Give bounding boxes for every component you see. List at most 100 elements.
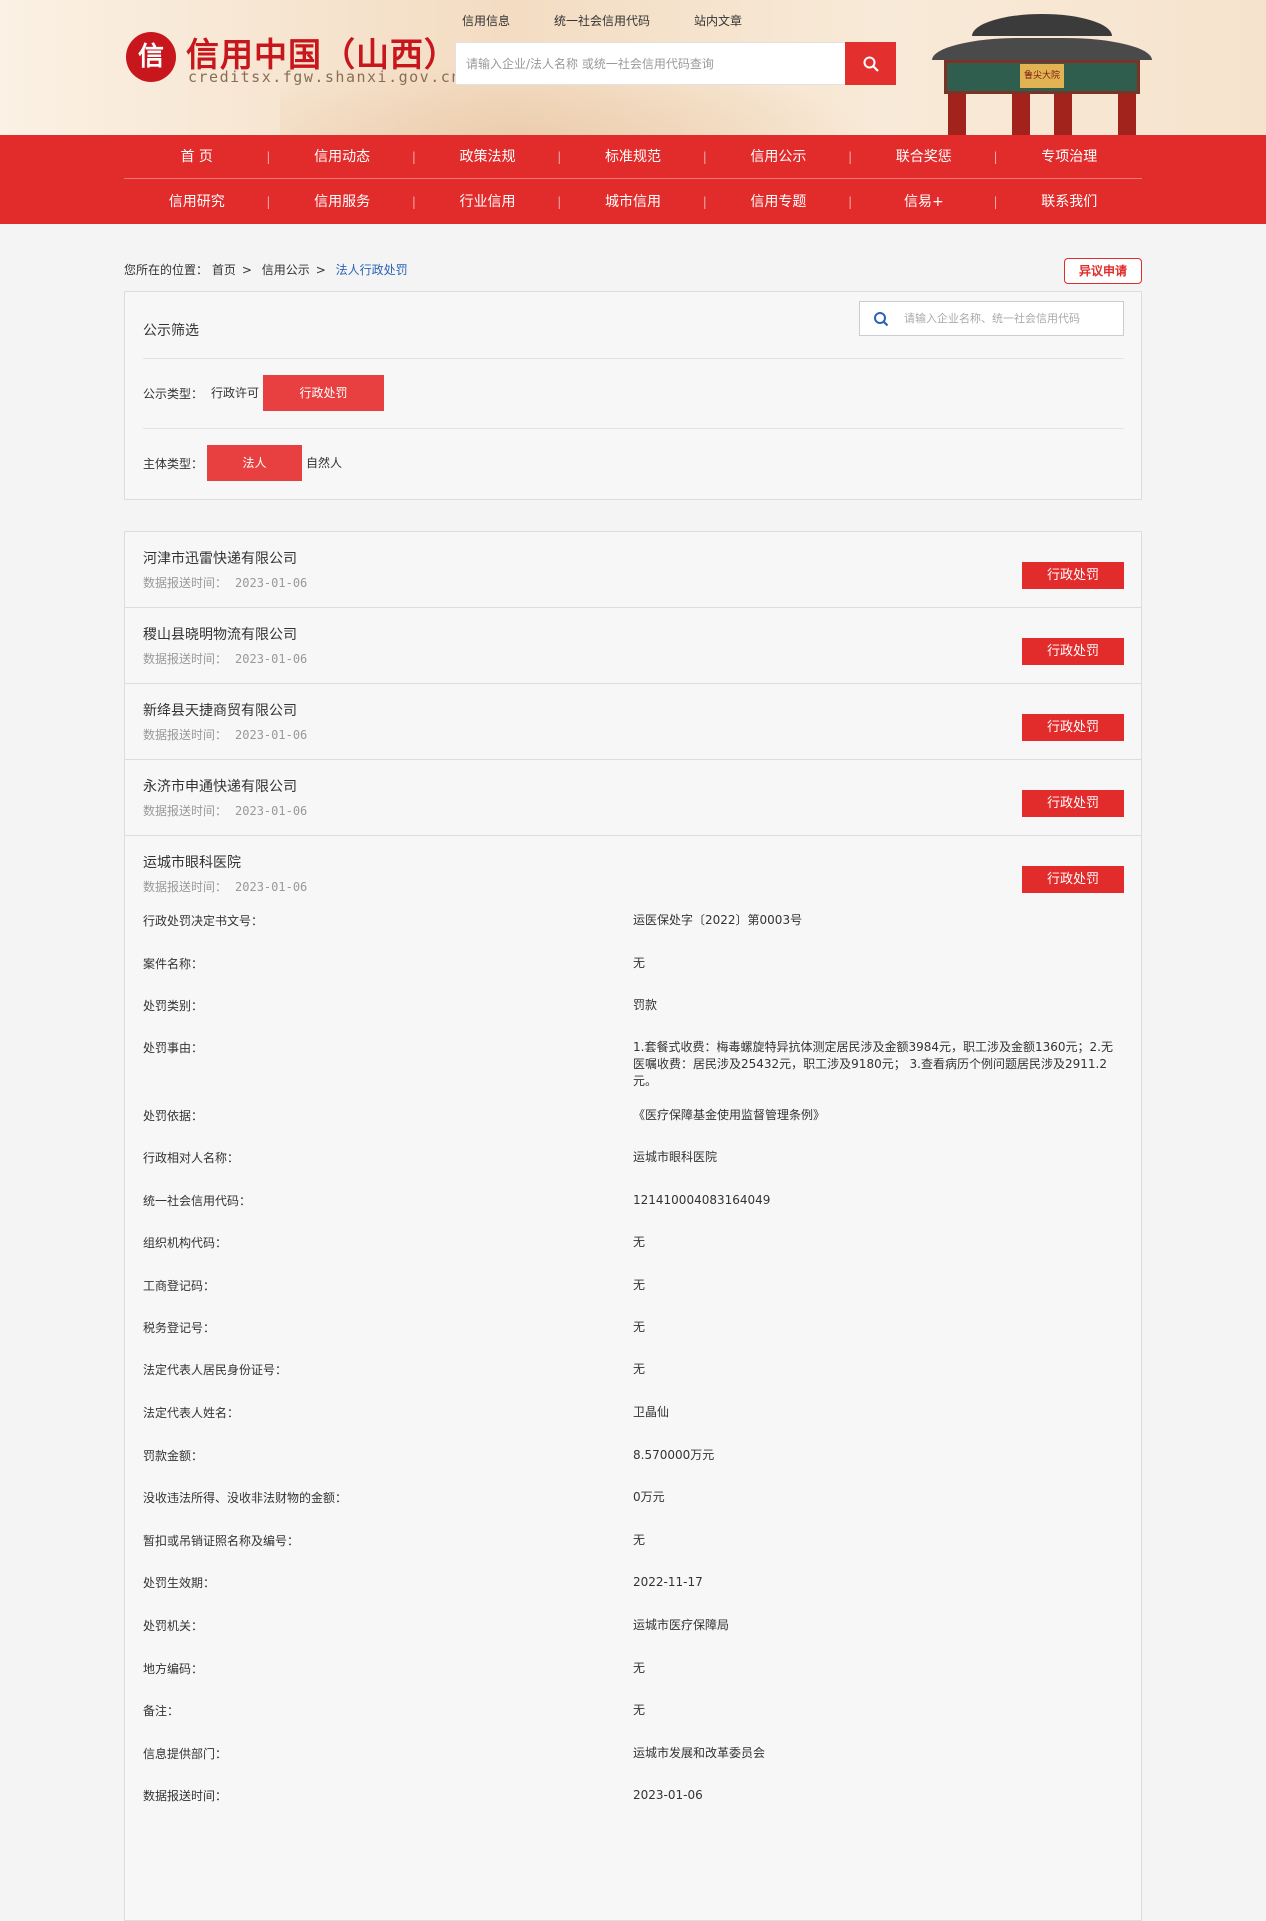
detail-value: 无 bbox=[633, 1533, 646, 1547]
report-time-label: 数据报送时间： bbox=[143, 576, 228, 590]
list-item[interactable]: 稷山县晓明物流有限公司 数据报送时间： 2023-01-06 行政处罚 bbox=[125, 608, 1141, 684]
penalty-tag[interactable]: 行政处罚 bbox=[1022, 638, 1124, 665]
detail-row: 行政相对人名称： 运城市眼科医院 bbox=[125, 1149, 1121, 1166]
report-time-value: 2023-01-06 bbox=[235, 804, 308, 818]
nav-item-home[interactable]: 首 页 bbox=[124, 135, 269, 178]
breadcrumb-bar: 您所在的位置： 首页 > 信用公示 > 法人行政处罚 异议申请 bbox=[124, 256, 1142, 286]
detail-label: 没收违法所得、没收非法财物的金额： bbox=[143, 1491, 348, 1505]
detail-value: 运城市发展和改革委员会 bbox=[633, 1746, 766, 1760]
detail-value: 无 bbox=[633, 1278, 646, 1292]
entry-company-name[interactable]: 河津市迅雷快递有限公司 bbox=[143, 548, 297, 568]
nav-item-city-credit[interactable]: 城市信用 bbox=[557, 180, 705, 224]
breadcrumb-credit-publicity[interactable]: 信用公示 bbox=[262, 263, 310, 277]
nav-item-credit-research[interactable]: 信用研究 bbox=[124, 180, 269, 224]
detail-label: 地方编码： bbox=[143, 1662, 204, 1676]
detail-value: 121410004083164049 bbox=[633, 1193, 771, 1207]
breadcrumb-home[interactable]: 首页 bbox=[212, 263, 236, 277]
detail-row: 税务登记号： 无 bbox=[125, 1319, 1121, 1336]
detail-value: 8.570000万元 bbox=[633, 1448, 715, 1462]
breadcrumb-current: 法人行政处罚 bbox=[335, 263, 408, 277]
detail-label: 罚款金额： bbox=[143, 1449, 204, 1463]
entry-company-name[interactable]: 新绛县天捷商贸有限公司 bbox=[143, 700, 297, 720]
report-time-value: 2023-01-06 bbox=[235, 728, 308, 742]
search-tab-articles[interactable]: 站内文章 bbox=[694, 12, 742, 29]
detail-row: 处罚类别： 罚款 bbox=[125, 997, 1121, 1014]
list-item[interactable]: 永济市申通快递有限公司 数据报送时间： 2023-01-06 行政处罚 bbox=[125, 760, 1141, 836]
search-tab-credit-code[interactable]: 统一社会信用代码 bbox=[554, 12, 650, 29]
divider bbox=[143, 428, 1124, 429]
search-icon bbox=[863, 56, 879, 72]
detail-value: 无 bbox=[633, 1320, 646, 1334]
nav-item-credit-news[interactable]: 信用动态 bbox=[266, 135, 414, 179]
detail-row: 工商登记码： 无 bbox=[125, 1277, 1121, 1294]
nav-item-standards[interactable]: 标准规范 bbox=[557, 135, 705, 179]
nav-item-credit-topics[interactable]: 信用专题 bbox=[703, 180, 851, 224]
search-tab-credit-info[interactable]: 信用信息 bbox=[462, 12, 510, 29]
list-item[interactable]: 新绛县天捷商贸有限公司 数据报送时间： 2023-01-06 行政处罚 bbox=[125, 684, 1141, 760]
penalty-tag[interactable]: 行政处罚 bbox=[1022, 866, 1124, 893]
nav-row-2: 信用研究 信用服务 行业信用 城市信用 信用专题 信易+ 联系我们 bbox=[124, 180, 1142, 224]
dispute-application-button[interactable]: 异议申请 bbox=[1064, 258, 1142, 284]
option-legal-person[interactable]: 法人 bbox=[207, 445, 303, 481]
detail-row: 暂扣或吊销证照名称及编号： 无 bbox=[125, 1532, 1121, 1549]
report-time-label: 数据报送时间： bbox=[143, 652, 228, 666]
detail-label: 行政处罚决定书文号： bbox=[143, 914, 264, 928]
detail-row: 行政处罚决定书文号： 运医保处字〔2022〕第0003号 bbox=[125, 912, 1121, 929]
entry-company-name[interactable]: 稷山县晓明物流有限公司 bbox=[143, 624, 297, 644]
detail-row: 组织机构代码： 无 bbox=[125, 1234, 1121, 1251]
detail-row: 统一社会信用代码： 121410004083164049 bbox=[125, 1192, 1121, 1209]
top-search-input[interactable] bbox=[455, 42, 845, 85]
detail-label: 组织机构代码： bbox=[143, 1236, 228, 1250]
penalty-tag[interactable]: 行政处罚 bbox=[1022, 562, 1124, 589]
list-item-expanded[interactable]: 运城市眼科医院 数据报送时间： 2023-01-06 行政处罚 bbox=[125, 836, 1141, 912]
detail-row: 处罚事由： 1.套餐式收费：梅毒螺旋特异抗体测定居民涉及金额3984元，职工涉及金… bbox=[125, 1039, 1121, 1090]
report-time-value: 2023-01-06 bbox=[235, 652, 308, 666]
top-search-button[interactable] bbox=[845, 42, 896, 85]
nav-item-industry-credit[interactable]: 行业信用 bbox=[412, 180, 560, 224]
nav-row-1: 首 页 信用动态 政策法规 标准规范 信用公示 联合奖惩 专项治理 bbox=[124, 135, 1142, 179]
report-time-value: 2023-01-06 bbox=[235, 576, 308, 590]
penalty-tag[interactable]: 行政处罚 bbox=[1022, 714, 1124, 741]
detail-label: 处罚依据： bbox=[143, 1109, 204, 1123]
nav-item-credit-services[interactable]: 信用服务 bbox=[266, 180, 414, 224]
entry-report-time: 数据报送时间： 2023-01-06 bbox=[143, 726, 307, 743]
option-natural-person[interactable]: 自然人 bbox=[302, 445, 346, 481]
option-administrative-penalty[interactable]: 行政处罚 bbox=[263, 375, 385, 411]
detail-label: 税务登记号： bbox=[143, 1321, 216, 1335]
detail-row: 法定代表人居民身份证号： 无 bbox=[125, 1361, 1121, 1378]
option-administrative-license[interactable]: 行政许可 bbox=[207, 375, 263, 411]
entry-company-name[interactable]: 永济市申通快递有限公司 bbox=[143, 776, 297, 796]
entry-report-time: 数据报送时间： 2023-01-06 bbox=[143, 878, 307, 895]
nav-item-contact[interactable]: 联系我们 bbox=[994, 180, 1142, 224]
report-time-label: 数据报送时间： bbox=[143, 728, 228, 742]
detail-value: 1.套餐式收费：梅毒螺旋特异抗体测定居民涉及金额3984元，职工涉及金额1360… bbox=[633, 1040, 1113, 1088]
search-icon[interactable] bbox=[860, 310, 894, 328]
filter-panel: 公示筛选 公示类型： 行政许可 行政处罚 主体类型： 法人 自然人 bbox=[124, 291, 1142, 500]
penalty-tag[interactable]: 行政处罚 bbox=[1022, 790, 1124, 817]
detail-value: 《医疗保障基金使用监督管理条例》 bbox=[633, 1108, 826, 1122]
entry-report-time: 数据报送时间： 2023-01-06 bbox=[143, 574, 307, 591]
detail-label: 处罚机关： bbox=[143, 1619, 204, 1633]
publicity-type-label: 公示类型： bbox=[143, 386, 204, 401]
detail-label: 行政相对人名称： bbox=[143, 1151, 240, 1165]
archway-illustration: 鲁尖大院 bbox=[922, 4, 1162, 135]
list-item[interactable]: 河津市迅雷快递有限公司 数据报送时间： 2023-01-06 行政处罚 bbox=[125, 532, 1141, 608]
filter-search-input[interactable] bbox=[894, 302, 1123, 335]
filter-search-box bbox=[859, 301, 1124, 336]
site-domain: creditsx.fgw.shanxi.gov.cn bbox=[188, 68, 462, 86]
detail-value: 卫晶仙 bbox=[633, 1405, 670, 1419]
entry-company-name[interactable]: 运城市眼科医院 bbox=[143, 852, 241, 872]
nav-item-special-governance[interactable]: 专项治理 bbox=[994, 135, 1142, 179]
nav-item-rewards-punishments[interactable]: 联合奖惩 bbox=[848, 135, 996, 179]
detail-row: 处罚依据： 《医疗保障基金使用监督管理条例》 bbox=[125, 1107, 1121, 1124]
nav-item-credit-publicity[interactable]: 信用公示 bbox=[703, 135, 851, 179]
nav-item-xinyi-plus[interactable]: 信易+ bbox=[848, 180, 996, 224]
logo-seal-icon: 信 bbox=[126, 32, 176, 82]
detail-label: 处罚事由： bbox=[143, 1041, 204, 1055]
nav-item-policies[interactable]: 政策法规 bbox=[412, 135, 560, 179]
site-logo[interactable]: 信 信用中国（山西） creditsx.fgw.shanxi.gov.cn bbox=[126, 30, 460, 88]
filter-title: 公示筛选 bbox=[143, 323, 199, 339]
detail-value: 运城市医疗保障局 bbox=[633, 1618, 730, 1632]
detail-label: 处罚类别： bbox=[143, 999, 204, 1013]
detail-value: 无 bbox=[633, 1661, 646, 1675]
